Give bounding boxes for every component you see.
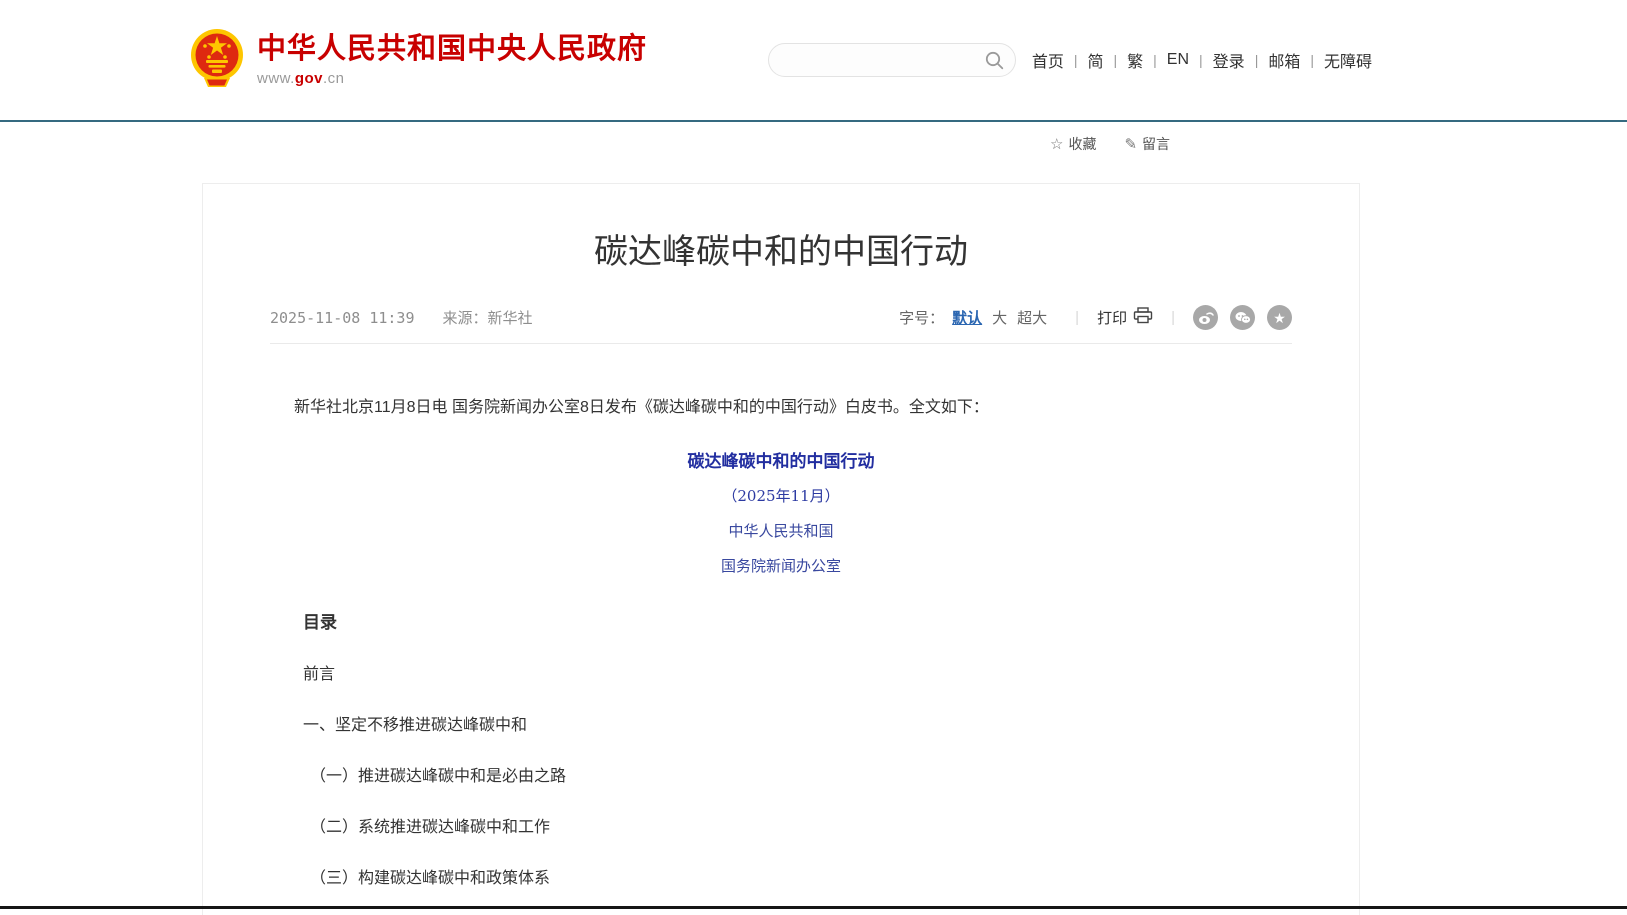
source: 来源：新华社 <box>443 307 533 328</box>
national-emblem-logo <box>190 28 244 93</box>
table-of-contents: 目录 前言 一、坚定不移推进碳达峰碳中和 （一）推进碳达峰碳中和是必由之路 （二… <box>303 608 1292 915</box>
search-input[interactable] <box>783 45 978 75</box>
toc-item: （一）推进碳达峰碳中和是必由之路 <box>303 762 1292 786</box>
favorite-label: 收藏 <box>1068 134 1096 154</box>
favorite-button[interactable]: ☆ 收藏 <box>1050 134 1096 154</box>
nav-separator: | <box>1074 52 1078 68</box>
toc-item: 一、坚定不移推进碳达峰碳中和 <box>303 711 1292 735</box>
bottom-edge-bar <box>0 906 1627 909</box>
nav-separator: | <box>1199 52 1203 68</box>
site-url-gov: gov <box>295 70 323 87</box>
document-title: 碳达峰碳中和的中国行动 <box>270 447 1292 472</box>
comment-button[interactable]: ✎ 留言 <box>1124 134 1170 154</box>
nav-traditional[interactable]: 繁 <box>1127 48 1143 72</box>
nav-separator: | <box>1153 52 1157 68</box>
font-size-default-button[interactable]: 默认 <box>952 307 982 328</box>
lead-paragraph: 新华社北京11月8日电 国务院新闻办公室8日发布《碳达峰碳中和的中国行动》白皮书… <box>270 394 1292 421</box>
document-org-line1: 中华人民共和国 <box>270 520 1292 541</box>
site-title: 中华人民共和国中央人民政府 <box>257 33 647 66</box>
site-url-www: www. <box>257 70 295 87</box>
toc-heading: 目录 <box>303 608 1292 633</box>
nav-simplified[interactable]: 简 <box>1087 48 1103 72</box>
publish-date: 2025-11-08 11:39 <box>270 309 415 327</box>
source-value: 新华社 <box>488 310 533 327</box>
document-heading-block: 碳达峰碳中和的中国行动 （2025年11月） 中华人民共和国 国务院新闻办公室 <box>270 447 1292 576</box>
article-title: 碳达峰碳中和的中国行动 <box>270 224 1292 273</box>
nav-separator: | <box>1310 52 1314 68</box>
font-size-large-button[interactable]: 大 <box>992 307 1007 328</box>
font-size-label: 字号： <box>899 307 944 328</box>
nav-english[interactable]: EN <box>1167 51 1189 69</box>
nav-login[interactable]: 登录 <box>1213 48 1245 72</box>
star-icon: ☆ <box>1050 135 1063 153</box>
document-org-line2: 国务院新闻办公室 <box>270 555 1292 576</box>
font-size-xlarge-button[interactable]: 超大 <box>1017 307 1047 328</box>
site-header: 中华人民共和国中央人民政府 www.gov.cn 首页 | 简 | 繁 | EN | 登… <box>0 0 1627 120</box>
toc-item: （二）系统推进碳达峰碳中和工作 <box>303 813 1292 837</box>
meta-divider <box>270 343 1292 344</box>
site-url: www.gov.cn <box>257 70 647 87</box>
meta-separator: | <box>1075 309 1079 326</box>
nav-home[interactable]: 首页 <box>1032 48 1064 72</box>
site-url-cn: .cn <box>323 70 345 87</box>
document-date: （2025年11月） <box>270 485 1292 506</box>
print-label: 打印 <box>1097 307 1127 328</box>
search-icon[interactable] <box>984 50 1005 76</box>
search-box[interactable] <box>768 43 1016 77</box>
weibo-share-icon[interactable] <box>1193 305 1218 330</box>
meta-separator: | <box>1171 309 1175 326</box>
nav-separator: | <box>1255 52 1259 68</box>
star-share-icon[interactable]: ★ <box>1267 305 1292 330</box>
source-label: 来源： <box>443 310 488 327</box>
nav-mailbox[interactable]: 邮箱 <box>1268 48 1300 72</box>
site-brand[interactable]: 中华人民共和国中央人民政府 www.gov.cn <box>190 28 647 93</box>
article-meta-row: 2025-11-08 11:39 来源：新华社 字号： 默认 大 超大 | 打印… <box>270 305 1292 330</box>
pencil-icon: ✎ <box>1124 135 1137 153</box>
nav-accessibility[interactable]: 无障碍 <box>1324 48 1372 72</box>
toc-item: 前言 <box>303 660 1292 684</box>
comment-label: 留言 <box>1142 134 1170 154</box>
article-card: 碳达峰碳中和的中国行动 2025-11-08 11:39 来源：新华社 字号： … <box>202 183 1360 915</box>
toc-item: （三）构建碳达峰碳中和政策体系 <box>303 864 1292 888</box>
printer-icon <box>1133 307 1153 328</box>
nav-separator: | <box>1114 52 1118 68</box>
page-actions-row: ☆ 收藏 ✎ 留言 <box>0 122 1627 183</box>
top-nav: 首页 | 简 | 繁 | EN | 登录 | 邮箱 | 无障碍 <box>1032 48 1372 72</box>
wechat-share-icon[interactable] <box>1230 305 1255 330</box>
print-button[interactable]: 打印 <box>1097 307 1153 328</box>
